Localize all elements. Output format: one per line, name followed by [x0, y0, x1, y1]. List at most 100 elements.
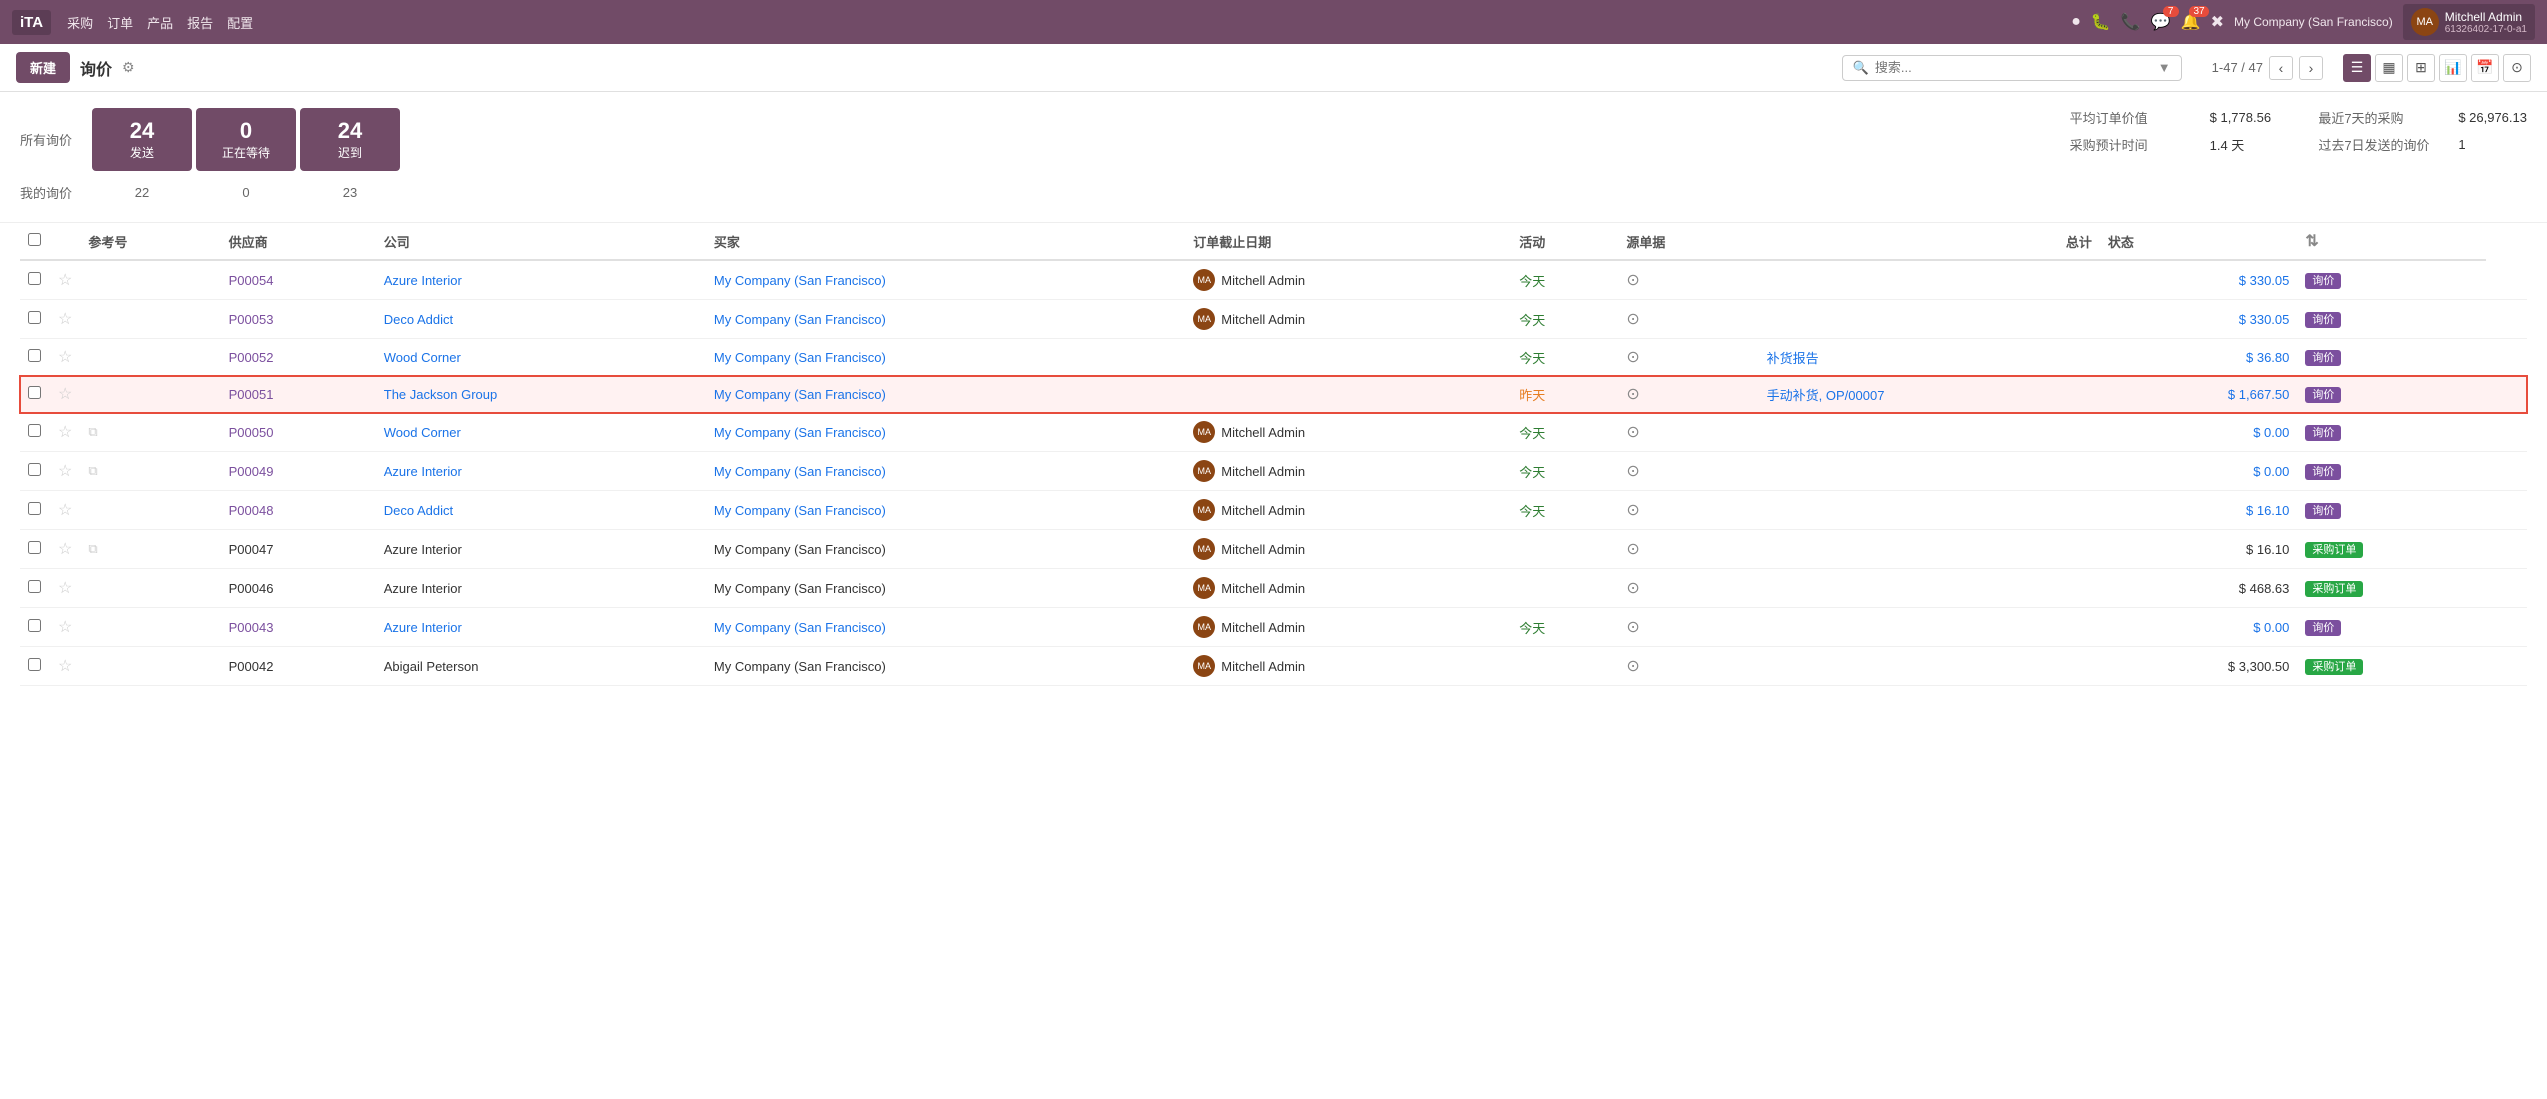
row-checkbox[interactable]: [28, 502, 41, 515]
activity-icon[interactable]: ⊙: [1626, 580, 1639, 597]
source-header[interactable]: 源单据: [1618, 223, 1758, 260]
table-row[interactable]: ☆ P00052 Wood Corner My Company (San Fra…: [20, 339, 2527, 376]
supplier-header[interactable]: 供应商: [221, 223, 376, 260]
ref-number[interactable]: P00048: [229, 503, 274, 518]
ref-number[interactable]: P00043: [229, 620, 274, 635]
star-icon[interactable]: ☆: [58, 541, 72, 558]
activity-icon[interactable]: ⊙: [1626, 386, 1639, 403]
kanban-view-button[interactable]: ▦: [2375, 54, 2403, 82]
supplier-name[interactable]: Deco Addict: [384, 503, 453, 518]
ref-number[interactable]: P00053: [229, 312, 274, 327]
row-checkbox[interactable]: [28, 272, 41, 285]
star-icon[interactable]: ☆: [58, 424, 72, 441]
ref-number[interactable]: P00049: [229, 464, 274, 479]
buyer-header[interactable]: 买家: [706, 223, 1185, 260]
activity-header[interactable]: 活动: [1511, 223, 1618, 260]
copy-icon[interactable]: ⧉: [88, 424, 97, 439]
activity-icon[interactable]: ⊙: [1626, 349, 1639, 366]
ref-number[interactable]: P00050: [229, 425, 274, 440]
supplier-name[interactable]: Deco Addict: [384, 312, 453, 327]
menu-product[interactable]: 产品: [147, 13, 173, 32]
copy-icon[interactable]: ⧉: [88, 541, 97, 556]
company-name-cell[interactable]: My Company (San Francisco): [714, 503, 886, 518]
close-icon[interactable]: ✖: [2211, 12, 2224, 32]
company-name-cell[interactable]: My Company (San Francisco): [714, 350, 886, 365]
company-name-cell[interactable]: My Company (San Francisco): [714, 620, 886, 635]
table-row[interactable]: ☆ ⧉ P00047 Azure Interior My Company (Sa…: [20, 530, 2527, 569]
search-input[interactable]: [1875, 60, 2152, 75]
ref-number[interactable]: P00052: [229, 350, 274, 365]
activity-icon[interactable]: ⊙: [1626, 463, 1639, 480]
activity-icon[interactable]: ⊙: [1626, 619, 1639, 636]
status-header[interactable]: 状态: [2100, 223, 2298, 260]
table-row[interactable]: ☆ P00048 Deco Addict My Company (San Fra…: [20, 491, 2527, 530]
company-header[interactable]: 公司: [376, 223, 706, 260]
company-name-cell[interactable]: My Company (San Francisco): [714, 387, 886, 402]
activity-icon[interactable]: ⊙: [1626, 541, 1639, 558]
activity-icon[interactable]: ⊙: [1626, 311, 1639, 328]
row-checkbox[interactable]: [28, 619, 41, 632]
table-row[interactable]: ☆ P00053 Deco Addict My Company (San Fra…: [20, 300, 2527, 339]
new-button[interactable]: 新建: [16, 52, 70, 83]
activity-icon[interactable]: ⊙: [1626, 658, 1639, 675]
supplier-name[interactable]: Azure Interior: [384, 273, 462, 288]
search-dropdown-icon[interactable]: ▼: [2158, 60, 2171, 75]
app-logo[interactable]: iTA: [12, 10, 51, 35]
user-info[interactable]: MA Mitchell Admin 61326402-17-0-a1: [2403, 4, 2535, 40]
activity-icon[interactable]: ⊙: [1626, 424, 1639, 441]
table-row[interactable]: ☆ P00051 The Jackson Group My Company (S…: [20, 376, 2527, 413]
company-name-cell[interactable]: My Company (San Francisco): [714, 312, 886, 327]
activity-icon[interactable]: ⊙: [1626, 502, 1639, 519]
company-name-cell[interactable]: My Company (San Francisco): [714, 273, 886, 288]
select-all-checkbox[interactable]: [28, 233, 41, 246]
copy-icon[interactable]: ⧉: [88, 463, 97, 478]
menu-order[interactable]: 订单: [107, 13, 133, 32]
phone-icon[interactable]: 📞: [2121, 12, 2141, 32]
grid-view-button[interactable]: ⊞: [2407, 54, 2435, 82]
ref-number[interactable]: P00051: [229, 387, 274, 402]
menu-report[interactable]: 报告: [187, 13, 213, 32]
star-icon[interactable]: ☆: [58, 658, 72, 675]
row-checkbox[interactable]: [28, 386, 41, 399]
star-icon[interactable]: ☆: [58, 580, 72, 597]
prev-page-button[interactable]: ‹: [2269, 56, 2293, 80]
source-ref[interactable]: 补货报告: [1767, 351, 1819, 366]
calendar-view-button[interactable]: 📅: [2471, 54, 2499, 82]
row-checkbox[interactable]: [28, 311, 41, 324]
supplier-name[interactable]: Wood Corner: [384, 425, 461, 440]
filter-icon[interactable]: ⇅: [2305, 233, 2318, 250]
menu-config[interactable]: 配置: [227, 13, 253, 32]
ref-number[interactable]: P00054: [229, 273, 274, 288]
table-row[interactable]: ☆ P00054 Azure Interior My Company (San …: [20, 260, 2527, 300]
menu-purchase[interactable]: 采购: [67, 13, 93, 32]
star-icon[interactable]: ☆: [58, 311, 72, 328]
table-row[interactable]: ☆ P00046 Azure Interior My Company (San …: [20, 569, 2527, 608]
row-checkbox[interactable]: [28, 349, 41, 362]
supplier-name[interactable]: Azure Interior: [384, 620, 462, 635]
star-icon[interactable]: ☆: [58, 272, 72, 289]
star-icon[interactable]: ☆: [58, 502, 72, 519]
row-checkbox[interactable]: [28, 658, 41, 671]
source-ref[interactable]: 手动补货, OP/00007: [1767, 388, 1885, 403]
sent-card[interactable]: 24 发送: [92, 108, 192, 171]
table-row[interactable]: ☆ P00043 Azure Interior My Company (San …: [20, 608, 2527, 647]
table-row[interactable]: ☆ ⧉ P00050 Wood Corner My Company (San F…: [20, 413, 2527, 452]
list-view-button[interactable]: ☰: [2343, 54, 2371, 82]
row-checkbox[interactable]: [28, 580, 41, 593]
company-name-cell[interactable]: My Company (San Francisco): [714, 425, 886, 440]
company-name-cell[interactable]: My Company (San Francisco): [714, 464, 886, 479]
gear-icon[interactable]: ⚙: [122, 59, 135, 76]
table-row[interactable]: ☆ ⧉ P00049 Azure Interior My Company (Sa…: [20, 452, 2527, 491]
supplier-name[interactable]: The Jackson Group: [384, 387, 497, 402]
supplier-name[interactable]: Wood Corner: [384, 350, 461, 365]
row-checkbox[interactable]: [28, 463, 41, 476]
chart-view-button[interactable]: 📊: [2439, 54, 2467, 82]
bug-icon[interactable]: 🐛: [2091, 12, 2111, 32]
next-page-button[interactable]: ›: [2299, 56, 2323, 80]
star-icon[interactable]: ☆: [58, 463, 72, 480]
row-checkbox[interactable]: [28, 424, 41, 437]
date-header[interactable]: 订单截止日期: [1185, 223, 1511, 260]
notif-badge-container[interactable]: 🔔 37: [2181, 12, 2201, 32]
late-card[interactable]: 24 迟到: [300, 108, 400, 171]
chat-badge-container[interactable]: 💬 7: [2151, 12, 2171, 32]
